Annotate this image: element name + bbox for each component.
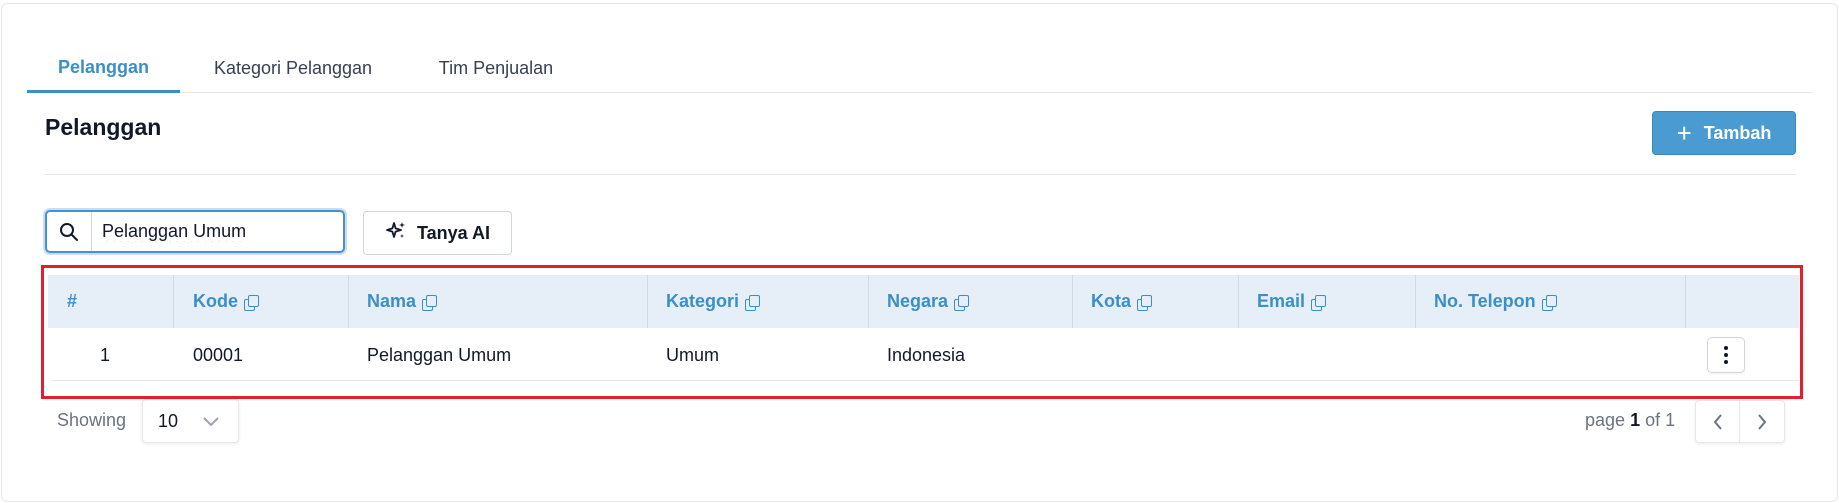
table-row[interactable]: 1 00001 Pelanggan Umum Umum Indonesia	[51, 329, 1799, 381]
page-title: Pelanggan	[45, 114, 162, 140]
chevron-right-icon	[1758, 413, 1767, 430]
previous-page-button[interactable]	[1696, 401, 1741, 442]
copy-icon[interactable]	[422, 294, 438, 311]
ask-ai-button[interactable]: Tanya AI	[363, 211, 512, 255]
tab-tim-penjualan[interactable]: Tim Penjualan	[406, 44, 586, 93]
chevron-down-icon	[203, 417, 219, 427]
tab-kategori-pelanggan[interactable]: Kategori Pelanggan	[180, 44, 406, 93]
ask-ai-label: Tanya AI	[416, 222, 491, 243]
content-panel: Pelanggan Kategori Pelanggan Tim Penjual…	[1, 3, 1838, 502]
cell-kode: 00001	[193, 344, 244, 365]
row-actions-menu-icon[interactable]	[1707, 337, 1745, 373]
page-size-select[interactable]: 10	[142, 399, 239, 443]
page-size-value: 10	[158, 410, 179, 431]
column-header-kota[interactable]: Kota	[1073, 275, 1239, 328]
tab-bar: Pelanggan Kategori Pelanggan Tim Penjual…	[27, 44, 1813, 93]
search-icon[interactable]	[47, 212, 92, 251]
copy-icon[interactable]	[1137, 294, 1152, 311]
tab-pelanggan[interactable]: Pelanggan	[27, 44, 180, 93]
next-page-button[interactable]	[1740, 401, 1784, 442]
column-header-kategori[interactable]: Kategori	[648, 275, 869, 328]
search-box	[45, 210, 345, 253]
pagination-info: page 1 of 1	[1585, 410, 1676, 430]
pagination-controls	[1695, 400, 1785, 443]
column-header-no-telepon[interactable]: No. Telepon	[1416, 275, 1686, 328]
customer-table: # Kode Nama Kategori Negara Kota Email N…	[41, 265, 1803, 399]
column-header-nama[interactable]: Nama	[349, 275, 648, 328]
header-divider	[45, 174, 1796, 175]
add-button[interactable]: + Tambah	[1652, 111, 1796, 155]
copy-icon[interactable]	[954, 294, 970, 311]
column-header-email[interactable]: Email	[1239, 275, 1416, 328]
copy-icon[interactable]	[1541, 294, 1557, 311]
copy-icon[interactable]	[244, 294, 259, 311]
table-header: # Kode Nama Kategori Negara Kota Email N…	[48, 275, 1799, 328]
column-header-no[interactable]: #	[48, 275, 174, 328]
sparkle-icon	[385, 220, 407, 247]
cell-nama: Pelanggan Umum	[367, 344, 512, 365]
cell-negara: Indonesia	[887, 344, 966, 365]
copy-icon[interactable]	[1311, 294, 1327, 311]
chevron-left-icon	[1713, 413, 1722, 430]
cell-kategori: Umum	[666, 344, 719, 365]
cell-no: 1	[100, 344, 111, 365]
column-header-kode[interactable]: Kode	[174, 275, 349, 328]
column-header-negara[interactable]: Negara	[869, 275, 1073, 328]
showing-label: Showing	[57, 410, 127, 430]
plus-icon: +	[1676, 118, 1692, 148]
copy-icon[interactable]	[745, 294, 761, 311]
search-input[interactable]	[92, 212, 332, 251]
add-button-label: Tambah	[1703, 122, 1772, 143]
